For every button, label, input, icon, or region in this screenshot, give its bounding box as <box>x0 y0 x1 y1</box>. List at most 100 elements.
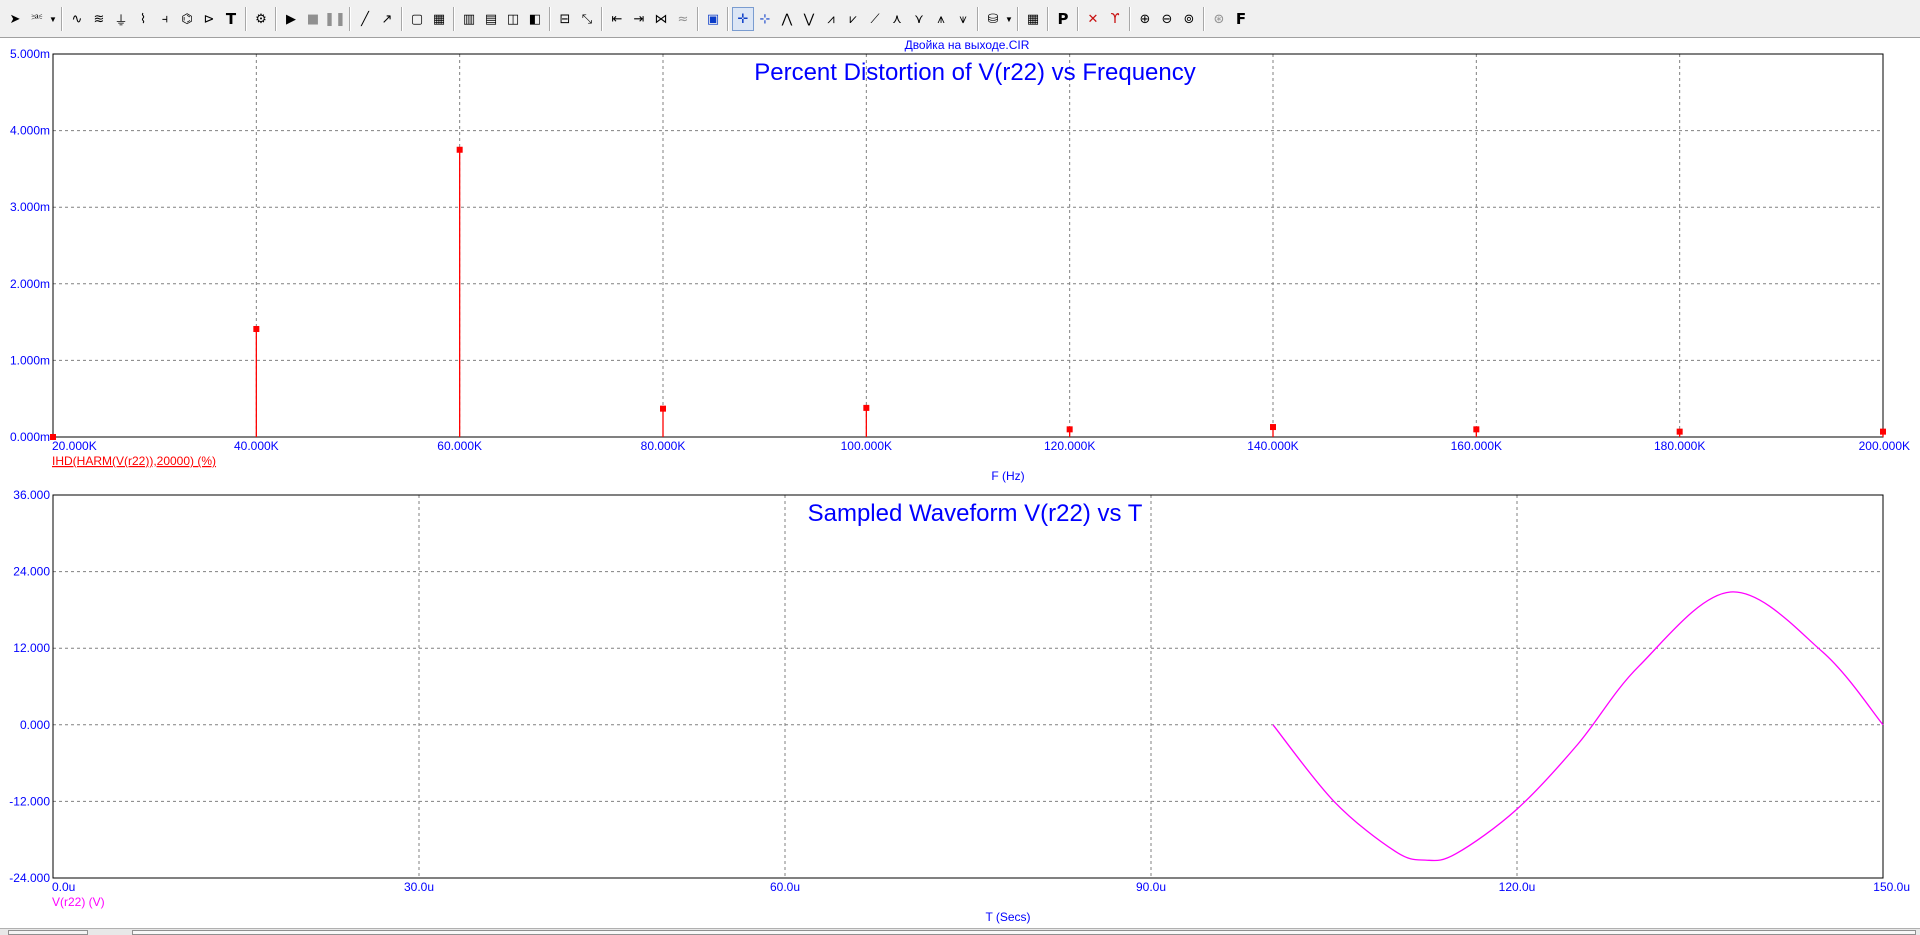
distortion-marker[interactable] <box>50 434 56 440</box>
status-strip <box>0 928 1920 935</box>
chevron-down-icon[interactable]: ▼ <box>1004 15 1014 24</box>
tile-vertical-icon[interactable]: ▤ <box>480 7 502 31</box>
distortion-marker[interactable] <box>1270 424 1276 431</box>
cursor-horizontal-icon[interactable]: ⊹ <box>754 7 776 31</box>
distortion-marker[interactable] <box>1066 426 1073 433</box>
x-tick-label: 200.000K <box>1859 439 1910 453</box>
pan-icon[interactable]: ⊛ <box>1208 7 1230 31</box>
plot-canvas[interactable]: Двойка на выходе.CIR 0.000m 1.000m 2.000m 3… <box>0 38 1920 928</box>
pause-icon[interactable]: ❚❚ <box>324 7 346 31</box>
peak-icon[interactable]: ⋀ <box>776 7 798 31</box>
distortion-marker[interactable] <box>863 404 870 411</box>
select-arrow-icon[interactable]: ➤ <box>4 7 26 31</box>
y-tick-label: -24.000 <box>9 871 50 885</box>
global-high-icon[interactable]: ⋏ <box>886 7 908 31</box>
toolbar-separator <box>601 7 603 31</box>
x-axis-label: F (Hz) <box>991 469 1024 483</box>
x-tick-label: 120.0u <box>1499 880 1536 894</box>
wire-icon[interactable]: ∿ <box>66 7 88 31</box>
frame-icon[interactable]: ▢ <box>406 7 428 31</box>
x-tick-label: 180.000K <box>1654 439 1705 453</box>
package-icon[interactable]: ⛁ <box>982 7 1004 31</box>
toolbar-separator <box>1017 7 1019 31</box>
chart-title: Percent Distortion of V(r22) vs Frequenc… <box>754 59 1196 86</box>
diode-icon[interactable]: ⊳ <box>198 7 220 31</box>
properties-icon[interactable]: ⚙ <box>250 7 272 31</box>
distortion-marker[interactable] <box>1473 426 1480 433</box>
wave-icon[interactable]: ≈ <box>672 7 694 31</box>
toolbar-separator <box>453 7 455 31</box>
x-tick-label: 100.000K <box>841 439 892 453</box>
x-axis-label: T (Secs) <box>985 910 1030 924</box>
y-tick-label: 24.000 <box>13 565 50 579</box>
resistor-icon[interactable]: ⌇ <box>132 7 154 31</box>
x-tick-label: 140.000K <box>1247 439 1298 453</box>
toolbar-separator <box>245 7 247 31</box>
toolbar-separator <box>977 7 979 31</box>
cursor-peak-icon[interactable]: ⋈ <box>650 7 672 31</box>
arrow-draw-icon[interactable]: ↗ <box>376 7 398 31</box>
cursor-tag-icon[interactable]: ✕ <box>1082 7 1104 31</box>
y-tick-label: 0.000 <box>20 718 50 732</box>
toolbar-separator <box>349 7 351 31</box>
plot-frame <box>52 53 1884 438</box>
tile-grid-icon[interactable]: ◧ <box>524 7 546 31</box>
horizontal-split-icon[interactable]: ⊟ <box>554 7 576 31</box>
waveform-line[interactable] <box>1272 591 1884 862</box>
valley-icon[interactable]: ⋁ <box>798 7 820 31</box>
toolbar: ➤ ⎃ ▼ ∿ ≋ ⏚ ⌇ ⫞ ⌬ ⊳ T ⚙ ▶ ■ ❚❚ ╱ ↗ ▢ ▦ ▥ ▤ ◫ ◧ ⊟ ⤡ ⇤ ⇥ ⋈ ≈ ▣ ✛ ⊹ ⋀ ⋁ ⩘ ⩗ ⟋ ⋏ ⋎… <box>0 0 1920 38</box>
toolbar-separator <box>1047 7 1049 31</box>
chart-properties-icon[interactable]: ▣ <box>702 7 724 31</box>
zoom-fit-icon[interactable]: ⊚ <box>1178 7 1200 31</box>
tile-horizontal-icon[interactable]: ▥ <box>458 7 480 31</box>
toolbar-separator <box>697 7 699 31</box>
bus-icon[interactable]: ≋ <box>88 7 110 31</box>
inductor-icon[interactable]: ⌬ <box>176 7 198 31</box>
zoom-out-icon[interactable]: ⊖ <box>1156 7 1178 31</box>
font-icon[interactable]: F <box>1230 7 1252 31</box>
bottom-icon[interactable]: ⩛ <box>952 7 974 31</box>
inflection-icon[interactable]: ⟋ <box>864 7 886 31</box>
distortion-marker[interactable] <box>660 405 666 412</box>
text-icon[interactable]: T <box>220 7 242 31</box>
capacitor-icon[interactable]: ⫞ <box>154 7 176 31</box>
grid-icon[interactable]: ▦ <box>428 7 450 31</box>
toolbar-separator <box>1129 7 1131 31</box>
cursor-mode-icon[interactable]: ✛ <box>732 7 754 31</box>
cursor-right-icon[interactable]: ⇥ <box>628 7 650 31</box>
line-draw-icon[interactable]: ╱ <box>354 7 376 31</box>
distortion-marker[interactable] <box>1676 428 1683 435</box>
series-legend: IHD(HARM(V(r22)),20000) (%) <box>52 454 216 468</box>
horizontal-scrollbar[interactable] <box>132 930 1916 935</box>
low-icon[interactable]: ⩗ <box>842 7 864 31</box>
table-icon[interactable]: ▦ <box>1022 7 1044 31</box>
stop-icon[interactable]: ■ <box>302 7 324 31</box>
y-tick-label: 3.000m <box>10 200 50 214</box>
chevron-down-icon[interactable]: ▼ <box>48 15 58 24</box>
y-tick-label: 5.000m <box>10 47 50 61</box>
cursor-left-icon[interactable]: ⇤ <box>606 7 628 31</box>
distortion-marker[interactable] <box>456 146 463 153</box>
global-low-icon[interactable]: ⋎ <box>908 7 930 31</box>
zoom-in-icon[interactable]: ⊕ <box>1134 7 1156 31</box>
point-tag-icon[interactable]: P <box>1052 7 1074 31</box>
x-tick-label: 40.000K <box>234 439 279 453</box>
distortion-marker[interactable] <box>1880 428 1886 435</box>
ground-icon[interactable]: ⏚ <box>110 7 132 31</box>
high-icon[interactable]: ⩘ <box>820 7 842 31</box>
plot-frame <box>52 494 1884 879</box>
toolbar-separator <box>401 7 403 31</box>
x-tick-label: 120.000K <box>1044 439 1095 453</box>
component-icon[interactable]: ⎃ <box>26 7 48 31</box>
cascade-icon[interactable]: ◫ <box>502 7 524 31</box>
x-tick-label: 30.0u <box>404 880 434 894</box>
chart-title: Sampled Waveform V(r22) vs T <box>808 500 1143 527</box>
y-tick-label: 1.000m <box>10 353 50 367</box>
distortion-marker[interactable] <box>253 325 260 332</box>
run-icon[interactable]: ▶ <box>280 7 302 31</box>
toolbar-separator <box>727 7 729 31</box>
y-tag-icon[interactable]: ϒ <box>1104 7 1126 31</box>
top-icon[interactable]: ⩚ <box>930 7 952 31</box>
scale-icon[interactable]: ⤡ <box>576 7 598 31</box>
toolbar-separator <box>1077 7 1079 31</box>
